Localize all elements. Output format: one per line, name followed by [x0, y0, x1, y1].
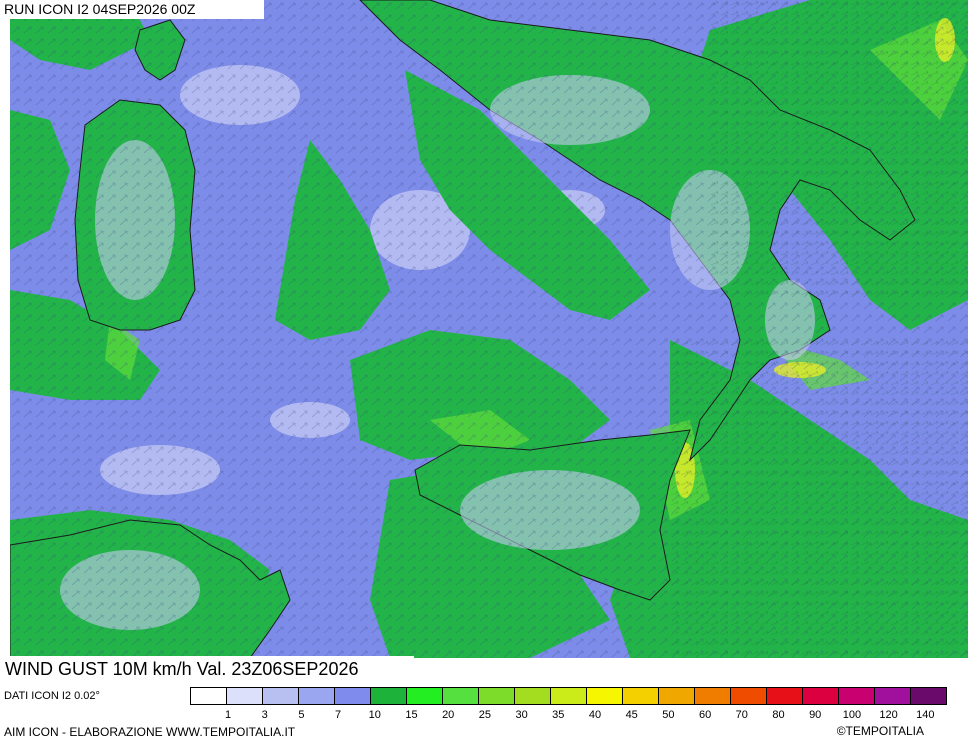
legend-tick-label: 1 [224, 709, 232, 721]
data-source-label: DATI ICON I2 0.02° [4, 690, 100, 702]
legend-tick-label: 15 [405, 709, 418, 721]
legend-swatch [586, 687, 623, 705]
legend-tick-label: 7 [335, 709, 342, 721]
legend-swatch [658, 687, 695, 705]
legend-tick-label: 140 [916, 709, 935, 721]
elaboration-label: AIM ICON - ELABORAZIONE WWW.TEMPOITALIA.… [4, 725, 296, 739]
legend-swatch [442, 687, 479, 705]
wind-gust-map [10, 0, 968, 658]
legend-tick-label: 90 [809, 709, 822, 721]
legend-swatch [334, 687, 371, 705]
legend-swatch [190, 687, 227, 705]
legend-tick-label: 70 [735, 709, 748, 721]
copyright-label: ©TEMPOITALIA [836, 724, 924, 738]
legend-swatch [226, 687, 263, 705]
legend-swatch [262, 687, 299, 705]
legend-tick-label: 100 [842, 709, 862, 721]
legend-swatch [910, 687, 947, 705]
legend-tick-label: 3 [261, 709, 268, 721]
legend-swatch [802, 687, 839, 705]
legend-tick-label: 10 [368, 709, 381, 721]
legend-tick-label: 5 [298, 709, 305, 721]
run-title: RUN ICON I2 04SEP2026 00Z [0, 0, 264, 19]
legend-tick-label: 50 [662, 709, 675, 721]
legend-tick-label: 25 [478, 709, 492, 721]
legend-tick-label: 40 [588, 709, 602, 721]
legend-swatch [730, 687, 767, 705]
legend-swatch [298, 687, 335, 705]
legend-tick-label: 60 [698, 709, 712, 721]
variable-title: WIND GUST 10M km/h Val. 23Z06SEP2026 [0, 656, 414, 683]
legend-swatch [622, 687, 659, 705]
legend-swatch [370, 687, 407, 705]
legend-tick-label: 35 [552, 709, 565, 721]
legend-swatch [766, 687, 803, 705]
legend-swatch [406, 687, 443, 705]
legend-tick-label: 30 [515, 709, 528, 721]
legend-tick-label: 80 [772, 709, 785, 721]
color-scale-legend [190, 687, 947, 707]
legend-swatch [514, 687, 551, 705]
color-scale-ticks: 1 3 5 7 10 15 20 25 30 35 40 45 50 60 70 80 90 100 120 140 [190, 709, 968, 723]
legend-tick-label: 120 [879, 709, 898, 721]
legend-swatch [550, 687, 587, 705]
legend-swatch [694, 687, 731, 705]
legend-tick-label: 45 [625, 709, 638, 721]
legend-swatch [478, 687, 515, 705]
legend-swatch [874, 687, 911, 705]
legend-swatch [838, 687, 875, 705]
legend-tick-label: 20 [442, 709, 455, 721]
